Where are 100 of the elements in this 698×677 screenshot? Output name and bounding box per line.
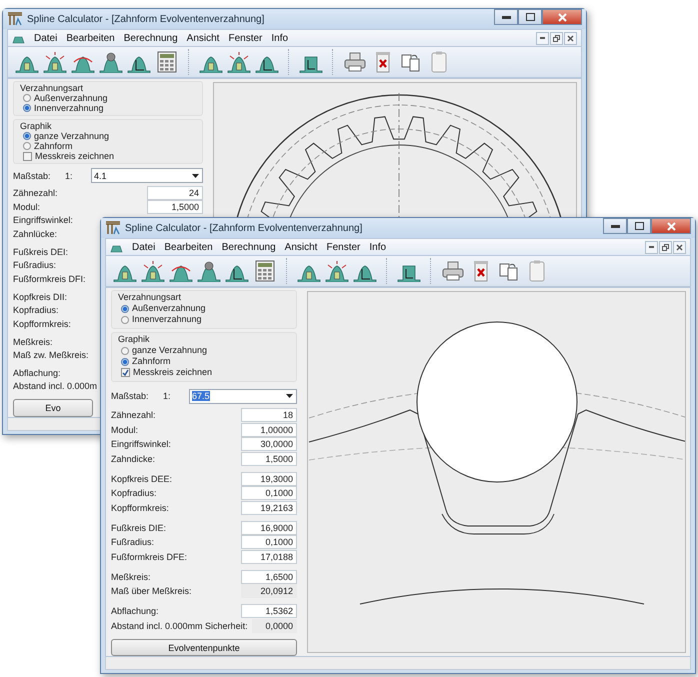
field-label: Maß zw. Meßkreis:: [13, 350, 89, 360]
result-value: 0,0000: [252, 618, 297, 633]
checkbox[interactable]: [23, 152, 32, 160]
checkbox-label: Messkreis zeichnen: [133, 367, 212, 378]
radio-button[interactable]: [121, 316, 129, 324]
delete-icon: [375, 51, 391, 73]
number-field[interactable]: 1,5000: [241, 452, 297, 466]
restore-icon: [662, 244, 669, 250]
field-label: Abflachung:: [111, 606, 159, 616]
evolvent-points-button[interactable]: Evolventenpunkte: [111, 639, 297, 656]
radio-label: Zahnform: [132, 356, 171, 367]
minimize-button[interactable]: [494, 9, 518, 25]
close-button[interactable]: [673, 240, 686, 254]
field-label: Fußformkreis DFI:: [13, 274, 86, 284]
menu-item[interactable]: Info: [271, 32, 288, 44]
field-label: Fußradius:: [13, 260, 56, 270]
number-field[interactable]: 19,3000: [241, 472, 297, 486]
window-title: Spline Calculator - [Zahnform Evolventenverzahnung]: [27, 14, 266, 24]
number-field[interactable]: 1,5362: [241, 604, 297, 618]
number-field[interactable]: 0,1000: [241, 486, 297, 500]
checkbox[interactable]: [121, 368, 130, 377]
close-button[interactable]: [564, 32, 577, 44]
result-value: 20,0912: [241, 584, 297, 598]
calculator-icon: [255, 260, 275, 282]
tooth-arrows-icon: [227, 51, 251, 73]
maximize-icon: [634, 222, 644, 230]
menu-item[interactable]: Bearbeiten: [66, 32, 115, 44]
field-label: Zähnezahl:: [13, 188, 58, 198]
scale-dropdown[interactable]: 4.1: [91, 168, 203, 184]
menu-item[interactable]: Info: [369, 242, 386, 252]
minimize-button[interactable]: [645, 240, 658, 254]
restore-button[interactable]: [550, 32, 563, 44]
checkbox-label: Messkreis zeichnen: [35, 151, 114, 161]
radio-button[interactable]: [121, 304, 129, 312]
close-icon: [666, 222, 676, 230]
radio-button[interactable]: [23, 142, 31, 150]
number-field[interactable]: 0,1000: [241, 535, 297, 550]
field-label: Maß über Meßkreis:: [111, 586, 192, 596]
minimize-button[interactable]: [536, 32, 549, 44]
tooth-arrows-icon: [141, 260, 165, 282]
number-field[interactable]: 1,5000: [147, 200, 203, 214]
field-label: Abstand incl. 0.000mm Sicherheit:: [111, 620, 248, 631]
maximize-button[interactable]: [627, 218, 651, 234]
close-button[interactable]: [542, 9, 582, 25]
menu-item[interactable]: Bearbeiten: [164, 242, 213, 252]
number-field[interactable]: 19,2163: [241, 500, 297, 515]
menu-item[interactable]: Berechnung: [222, 242, 276, 252]
field-label: Meßkreis:: [13, 336, 53, 347]
number-field[interactable]: 18: [241, 408, 297, 422]
restore-button[interactable]: [659, 240, 672, 254]
clipboard-icon: [431, 51, 447, 73]
radio-button[interactable]: [23, 132, 31, 140]
field-label: Kopfkreis DEE:: [111, 474, 172, 484]
number-field[interactable]: 30,0000: [241, 437, 297, 452]
menu-item[interactable]: Ansicht: [186, 32, 220, 44]
menu-item[interactable]: Fenster: [326, 242, 360, 252]
radio-button[interactable]: [23, 94, 31, 102]
close-button[interactable]: [651, 218, 691, 234]
radio-label: Zahnform: [34, 141, 73, 151]
radio-button[interactable]: [23, 104, 31, 112]
menu-item[interactable]: Datei: [132, 242, 156, 252]
radio-button[interactable]: [121, 346, 129, 354]
close-icon: [558, 12, 566, 22]
menu-item[interactable]: Datei: [34, 32, 58, 44]
field-label: Modul:: [111, 424, 138, 435]
group-label: Graphik: [20, 121, 53, 131]
calculator-icon: [157, 51, 177, 73]
field-label: Kopfradius:: [111, 488, 157, 498]
field-label: Kopfradius:: [13, 305, 59, 316]
number-field[interactable]: 17,0188: [241, 550, 297, 564]
number-field[interactable]: 1,6500: [241, 570, 297, 584]
maximize-button[interactable]: [518, 9, 542, 25]
window-title: Spline Calculator - [Zahnform Evolventenverzahnung]: [125, 222, 364, 234]
radio-button[interactable]: [121, 358, 129, 366]
minimize-icon: [610, 224, 620, 228]
dropdown-arrow-icon: [192, 174, 199, 178]
number-field[interactable]: 24: [147, 186, 203, 200]
minimize-button[interactable]: [603, 218, 627, 234]
scale-dropdown[interactable]: 67.5: [189, 388, 297, 404]
group-label: Verzahnungsart: [118, 292, 182, 303]
number-field[interactable]: 16,9000: [241, 520, 297, 535]
menu-item[interactable]: Berechnung: [124, 32, 178, 44]
menu-item[interactable]: Ansicht: [284, 242, 318, 252]
field-label: 1:: [65, 170, 74, 181]
minimize-icon: [649, 246, 654, 248]
evolvent-points-button[interactable]: Evo: [13, 399, 93, 417]
minimize-icon: [540, 37, 545, 39]
field-label: Abstand incl. 0.000m: [13, 381, 98, 392]
field-label: Fußkreis DEI:: [13, 246, 68, 257]
field-label: Meßkreis:: [111, 572, 151, 582]
menu-item[interactable]: Fenster: [228, 32, 262, 44]
tooth-ball-icon: [197, 260, 221, 282]
field-label: Maßstab:: [13, 170, 52, 181]
radio-label: Innenverzahnung: [132, 314, 202, 325]
field-label: Kopfformkreis:: [13, 318, 71, 329]
dropdown-arrow-icon: [286, 394, 293, 398]
field-label: Kopfkreis DII:: [13, 292, 68, 302]
number-field[interactable]: 1,00000: [241, 422, 297, 437]
field-label: Fußradius:: [111, 537, 154, 548]
field-label: Eingriffswinkel:: [111, 439, 171, 450]
